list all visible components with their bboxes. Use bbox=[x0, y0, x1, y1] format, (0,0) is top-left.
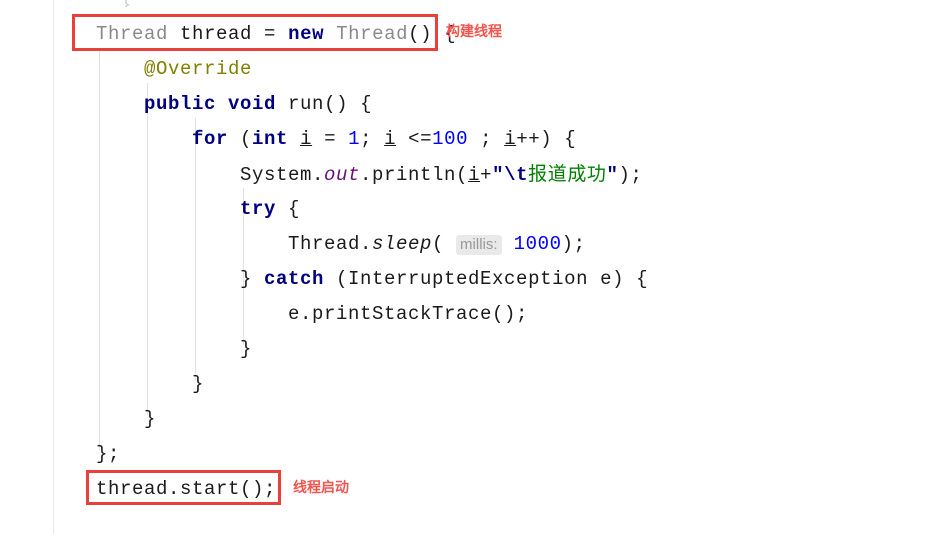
code-token: () { bbox=[324, 93, 373, 115]
line-try[interactable]: try { bbox=[0, 192, 926, 227]
code-token: run bbox=[288, 93, 325, 115]
code-token: i bbox=[384, 128, 397, 150]
code-token: () bbox=[408, 23, 433, 45]
code-token: System. bbox=[240, 164, 325, 186]
code-token: ; bbox=[468, 128, 505, 150]
callout-start-thread: 线程启动 bbox=[293, 480, 349, 496]
callout-construct-thread: 构建线程 bbox=[446, 24, 502, 40]
code-token: + bbox=[480, 164, 493, 186]
code-token: ( bbox=[432, 233, 457, 255]
code-token: <= bbox=[396, 128, 433, 150]
line-run-signature[interactable]: public void run() { bbox=[0, 87, 926, 122]
code-token: } bbox=[144, 408, 157, 430]
code-token: (InterruptedException e) { bbox=[324, 268, 649, 290]
code-token: ); bbox=[618, 164, 643, 186]
line-override[interactable]: @Override bbox=[0, 52, 926, 87]
line-close-catch[interactable]: } bbox=[0, 332, 926, 367]
code-token: " bbox=[492, 164, 505, 186]
line-close-for[interactable]: } bbox=[0, 367, 926, 402]
line-for[interactable]: for (int i = 1; i <=100 ; i++) { bbox=[0, 122, 926, 157]
code-token: for bbox=[192, 128, 229, 150]
line-println[interactable]: System.out.println(i+"\t报道成功"); bbox=[0, 157, 926, 192]
code-token: int bbox=[252, 128, 289, 150]
line-catch[interactable]: } catch (InterruptedException e) { bbox=[0, 262, 926, 297]
line-thread-start[interactable]: thread.start(); bbox=[0, 472, 926, 507]
code-token: = bbox=[312, 128, 349, 150]
clipped-top-glyph: } bbox=[120, 0, 131, 7]
code-token: ( bbox=[228, 128, 253, 150]
code-token: i bbox=[468, 164, 481, 186]
code-token: \t bbox=[504, 164, 529, 186]
code-token: @Override bbox=[144, 58, 253, 80]
code-token: } bbox=[192, 373, 205, 395]
line-close-run[interactable]: } bbox=[0, 402, 926, 437]
code-token: } bbox=[240, 268, 265, 290]
code-token: " bbox=[606, 164, 619, 186]
code-token: ; bbox=[360, 128, 385, 150]
code-token: public void bbox=[144, 93, 277, 115]
code-editor-canvas: } Thread thread = new Thread() {@Overrid… bbox=[0, 0, 926, 534]
code-token: = bbox=[252, 23, 289, 45]
code-token: thread.start(); bbox=[96, 478, 277, 500]
code-token: } bbox=[240, 338, 253, 360]
code-token: Thread bbox=[336, 23, 409, 45]
code-token: Thread bbox=[96, 23, 169, 45]
code-token: i bbox=[300, 128, 313, 150]
code-token: 1000 bbox=[513, 233, 562, 255]
code-token: 报道成功 bbox=[528, 163, 607, 185]
line-close-anon[interactable]: }; bbox=[0, 437, 926, 472]
code-token: out bbox=[324, 164, 361, 186]
code-token: i bbox=[504, 128, 517, 150]
code-token: thread bbox=[180, 23, 253, 45]
code-token: .println( bbox=[360, 164, 469, 186]
line-sleep[interactable]: Thread.sleep( millis: 1000); bbox=[0, 227, 926, 262]
code-token: 100 bbox=[432, 128, 469, 150]
line-printstacktrace[interactable]: e.printStackTrace(); bbox=[0, 297, 926, 332]
code-token: ); bbox=[561, 233, 586, 255]
code-token: try bbox=[240, 198, 277, 220]
code-token: }; bbox=[96, 443, 121, 465]
code-token: new bbox=[288, 23, 325, 45]
code-token: ++) { bbox=[516, 128, 577, 150]
code-token: Thread. bbox=[288, 233, 373, 255]
code-token: { bbox=[276, 198, 301, 220]
code-token: 1 bbox=[348, 128, 361, 150]
code-token: e.printStackTrace(); bbox=[288, 303, 529, 325]
code-token: sleep bbox=[372, 233, 433, 255]
code-token: catch bbox=[264, 268, 325, 290]
code-token: millis: bbox=[456, 235, 502, 255]
